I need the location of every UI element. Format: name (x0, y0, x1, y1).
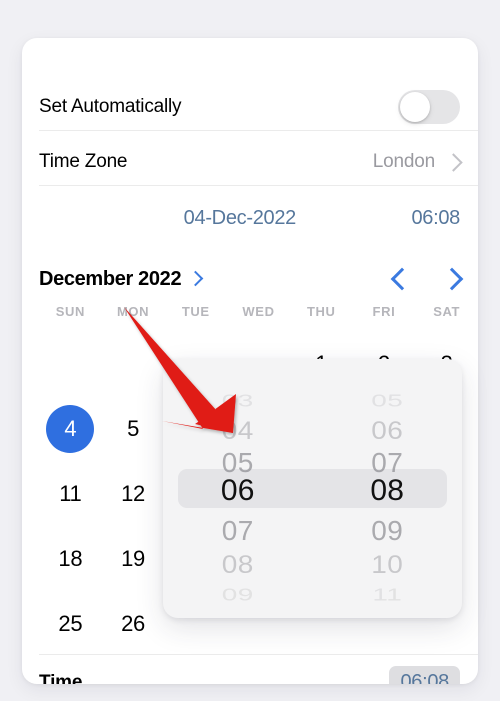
set-automatically-row[interactable]: Set Automatically (22, 84, 478, 130)
calendar-day-label: 18 (58, 545, 83, 571)
calendar-day-label: 25 (58, 610, 83, 636)
calendar-nav (390, 267, 464, 291)
weekday-thu: THU (306, 304, 336, 319)
calendar-day[interactable]: 25 (39, 591, 102, 656)
picker-hours-column[interactable]: 03 04 05 06 07 08 09 (163, 359, 313, 618)
calendar-day-label (46, 340, 94, 388)
calendar-day-label: 12 (121, 480, 145, 506)
date-time-summary-row: 04-Dec-2022 06:08 (22, 201, 478, 235)
calendar-day[interactable] (39, 331, 102, 396)
calendar-day-label: 26 (121, 610, 145, 636)
summary-date-button[interactable]: 04-Dec-2022 (184, 207, 297, 230)
chevron-right-icon[interactable] (187, 270, 204, 287)
time-zone-label: Time Zone (39, 151, 128, 172)
weekday-sat: SAT (433, 304, 461, 319)
set-automatically-toggle[interactable] (398, 90, 460, 124)
picker-hour-option[interactable]: 07 (163, 517, 313, 545)
picker-hour-option[interactable]: 04 (163, 418, 313, 444)
calendar-day[interactable]: 12 (102, 461, 165, 526)
calendar-day[interactable] (102, 331, 165, 396)
picker-minutes-column[interactable]: 05 06 07 08 09 10 11 (313, 359, 463, 618)
calendar-day-label: 11 (59, 480, 82, 506)
time-value-chip[interactable]: 06:08 (389, 666, 460, 684)
divider-2 (39, 185, 478, 186)
picker-minute-option[interactable]: 07 (313, 449, 463, 477)
weekday-tue: TUE (181, 304, 210, 319)
summary-time-button[interactable]: 06:08 (368, 207, 460, 230)
picker-hour-option[interactable]: 05 (163, 449, 313, 477)
time-picker-popup[interactable]: 03 04 05 06 07 08 09 05 06 07 08 09 10 1… (163, 359, 462, 618)
picker-minute-option[interactable]: 10 (313, 552, 463, 578)
picker-minute-option[interactable]: 11 (313, 586, 463, 603)
picker-minute-option[interactable]: 09 (313, 517, 463, 545)
calendar-month-title[interactable]: December 2022 (39, 268, 182, 291)
calendar-day[interactable]: 19 (102, 526, 165, 591)
calendar-header-row: December 2022 (22, 262, 478, 296)
time-zone-row[interactable]: Time Zone London (22, 140, 478, 184)
calendar-day-label: 4 (46, 404, 95, 453)
weekday-mon: MON (116, 304, 150, 319)
time-label: Time (39, 672, 83, 684)
chevron-right-icon[interactable] (440, 267, 464, 291)
picker-hour-selected[interactable]: 06 (163, 476, 313, 506)
calendar-day[interactable]: 11 (39, 461, 102, 526)
calendar-day[interactable]: 5 (102, 396, 165, 461)
picker-hour-option[interactable]: 09 (163, 586, 313, 603)
calendar-day-label: 5 (127, 415, 140, 441)
calendar-day-label (109, 340, 157, 388)
weekday-wed: WED (242, 304, 275, 319)
screen: Set Automatically Time Zone London 04-De… (0, 0, 500, 701)
calendar-day-label: 19 (121, 545, 145, 571)
picker-minute-option[interactable]: 06 (313, 418, 463, 444)
calendar-weekday-header: SUN MON TUE WED THU FRI SAT (39, 304, 478, 331)
picker-minute-selected[interactable]: 08 (313, 476, 463, 506)
weekday-sun: SUN (55, 304, 85, 319)
time-zone-value: London (372, 151, 435, 172)
divider-3 (39, 654, 478, 655)
calendar-day-selected[interactable]: 4 (39, 396, 102, 461)
picker-columns: 03 04 05 06 07 08 09 05 06 07 08 09 10 1… (163, 359, 462, 618)
toggle-knob (400, 92, 430, 122)
time-row[interactable]: Time 06:08 (22, 658, 478, 684)
chevron-right-icon (444, 152, 463, 172)
picker-hour-option[interactable]: 08 (163, 552, 313, 578)
calendar-day[interactable]: 26 (102, 591, 165, 656)
chevron-left-icon[interactable] (390, 267, 414, 291)
picker-minute-option[interactable]: 05 (313, 392, 463, 409)
picker-hour-option[interactable]: 03 (163, 392, 313, 409)
divider-1 (39, 130, 478, 131)
weekday-fri: FRI (372, 304, 396, 319)
calendar-day[interactable]: 18 (39, 526, 102, 591)
set-automatically-label: Set Automatically (39, 96, 182, 117)
